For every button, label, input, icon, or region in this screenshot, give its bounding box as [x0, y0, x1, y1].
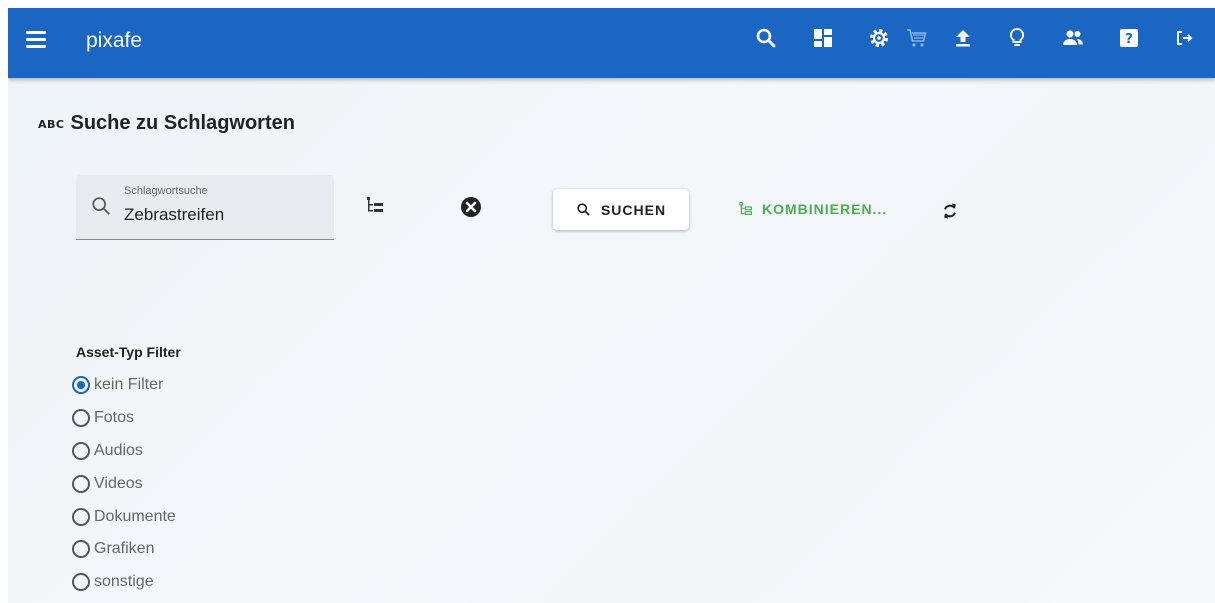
dashboard-icon[interactable]	[811, 26, 835, 50]
filter-option-label: Grafiken	[94, 540, 155, 557]
keyword-search-field[interactable]: Schlagwortsuche	[76, 175, 334, 240]
refresh-icon[interactable]	[940, 200, 960, 222]
filter-option-label: Videos	[94, 475, 143, 492]
app-window: pixafe ? ABC Suche zu Schlagworten Schla…	[8, 8, 1215, 603]
filter-option-documents[interactable]: Dokumente	[72, 508, 176, 526]
filter-option-graphics[interactable]: Grafiken	[72, 540, 154, 558]
radio-button[interactable]	[72, 442, 90, 460]
filter-option-label: Dokumente	[94, 508, 176, 525]
radio-button[interactable]	[72, 508, 90, 526]
users-icon[interactable]	[1061, 26, 1085, 50]
combine-icon	[738, 201, 754, 217]
page-title-text: Suche zu Schlagworten	[70, 112, 295, 134]
radio-button[interactable]	[72, 540, 90, 558]
clear-icon[interactable]	[459, 195, 483, 219]
search-field-icon	[90, 195, 112, 217]
top-app-bar: pixafe ?	[8, 8, 1215, 78]
filter-option-photos[interactable]: Fotos	[72, 409, 134, 427]
tree-view-icon[interactable]	[364, 194, 388, 218]
radio-button-checked[interactable]	[72, 376, 90, 394]
search-input[interactable]	[124, 205, 324, 225]
lightbulb-icon[interactable]	[1005, 26, 1029, 50]
page-title: ABC Suche zu Schlagworten	[38, 112, 295, 135]
filter-option-label: Audios	[94, 442, 143, 459]
filter-option-none[interactable]: kein Filter	[72, 376, 163, 394]
filter-option-audios[interactable]: Audios	[72, 442, 143, 460]
search-button[interactable]: SUCHEN	[553, 189, 689, 230]
logout-icon[interactable]	[1172, 26, 1196, 50]
radio-button[interactable]	[72, 475, 90, 493]
filter-option-label: Fotos	[94, 409, 135, 426]
search-button-icon	[576, 202, 591, 217]
help-icon[interactable]: ?	[1117, 26, 1141, 50]
radio-button[interactable]	[72, 409, 90, 427]
radio-button[interactable]	[72, 573, 90, 591]
filter-option-label: sonstige	[94, 573, 154, 590]
upload-icon[interactable]	[951, 26, 975, 50]
search-field-label: Schlagwortsuche	[124, 185, 208, 197]
menu-icon[interactable]	[26, 31, 46, 49]
combine-button[interactable]: KOMBINIEREN...	[738, 201, 887, 217]
filter-option-videos[interactable]: Videos	[72, 475, 143, 493]
abc-icon: ABC	[38, 118, 65, 131]
search-icon[interactable]	[754, 26, 778, 50]
asset-type-filter-title: Asset-Typ Filter	[76, 344, 181, 360]
cart-icon[interactable]	[905, 26, 929, 50]
svg-text:?: ?	[1125, 32, 1133, 47]
combine-button-label: KOMBINIEREN...	[762, 201, 888, 217]
settings-icon[interactable]	[867, 26, 891, 50]
filter-option-other[interactable]: sonstige	[72, 573, 154, 591]
search-button-label: SUCHEN	[600, 201, 667, 218]
filter-option-label: kein Filter	[94, 376, 164, 393]
app-brand: pixafe	[86, 29, 143, 52]
